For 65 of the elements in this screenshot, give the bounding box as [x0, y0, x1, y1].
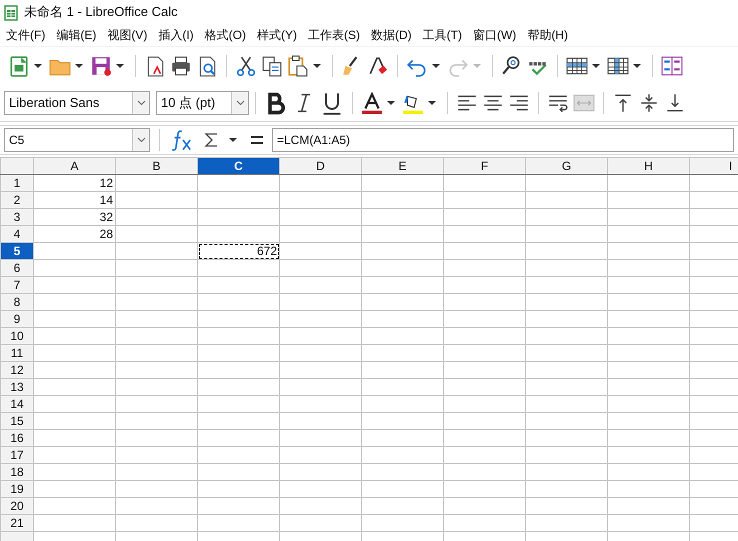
cut-icon — [235, 54, 257, 76]
column-header[interactable]: C — [198, 158, 280, 174]
row-header[interactable]: 20 — [0, 498, 34, 514]
column-header[interactable]: E — [362, 158, 444, 174]
font-color-button[interactable] — [359, 90, 385, 116]
font-color-icon — [361, 92, 383, 114]
font-name-field[interactable]: Liberation Sans — [4, 90, 150, 114]
column-header[interactable]: A — [34, 158, 116, 174]
font-size-field[interactable]: 10 点 (pt) — [156, 90, 249, 114]
sort-icon — [661, 54, 683, 76]
table-cell: 28 — [34, 226, 116, 242]
menu-item[interactable]: 窗口(W) — [468, 24, 520, 46]
menu-item[interactable]: 工具(T) — [418, 24, 466, 46]
row-header[interactable]: 21 — [0, 514, 34, 532]
menu-item[interactable]: 样式(Y) — [252, 24, 301, 46]
column-header[interactable]: B — [116, 158, 198, 174]
menu-item[interactable]: 编辑(E) — [52, 24, 100, 46]
row-header[interactable]: 11 — [0, 344, 34, 362]
dropdown-arrow-icon[interactable] — [227, 135, 239, 145]
row-header[interactable]: 19 — [0, 480, 34, 498]
copy-icon — [261, 54, 283, 76]
row-header[interactable]: 5 — [0, 242, 34, 260]
menu-item[interactable]: 插入(I) — [154, 24, 198, 46]
name-box-field[interactable]: C5 — [4, 128, 150, 152]
row-header[interactable]: 8 — [0, 294, 34, 310]
row-header[interactable]: 15 — [0, 412, 34, 430]
column-header[interactable]: I — [690, 158, 738, 174]
chevron-down-icon[interactable] — [236, 100, 244, 106]
clear-formatting-icon — [367, 54, 389, 76]
table-cell: 672 — [198, 242, 280, 260]
menu-item[interactable]: 帮助(H) — [523, 24, 572, 46]
column-header[interactable]: G — [526, 158, 608, 174]
menu-item[interactable]: 格式(O) — [200, 24, 250, 46]
row-header[interactable]: 14 — [0, 396, 34, 412]
row-header[interactable]: 13 — [0, 378, 34, 396]
row-header[interactable]: 9 — [0, 310, 34, 328]
menu-item[interactable]: 视图(V) — [103, 24, 152, 46]
paste-icon — [287, 54, 309, 76]
row-header[interactable]: 1 — [0, 174, 34, 192]
table-cell: 32 — [34, 208, 116, 226]
menu-item[interactable]: 工作表(S) — [304, 24, 364, 46]
save-icon — [90, 54, 112, 76]
row-header[interactable]: 6 — [0, 260, 34, 276]
formula-input-field[interactable]: =LCM(A1:A5) — [272, 128, 734, 152]
column-header[interactable]: F — [444, 158, 526, 174]
row-header[interactable]: 12 — [0, 362, 34, 378]
new-spreadsheet-icon — [8, 54, 30, 76]
row-header[interactable]: 7 — [0, 276, 34, 294]
row-header[interactable]: 10 — [0, 328, 34, 344]
menu-item[interactable]: 数据(D) — [366, 24, 416, 46]
column-header[interactable]: D — [280, 158, 362, 174]
row-header[interactable]: 2 — [0, 192, 34, 208]
column-header[interactable]: H — [608, 158, 690, 174]
row-header[interactable]: 18 — [0, 464, 34, 480]
row-header[interactable]: 16 — [0, 430, 34, 446]
row-header[interactable]: 17 — [0, 446, 34, 464]
chevron-down-icon[interactable] — [136, 100, 146, 106]
window-title: 未命名 1 - LibreOffice Calc — [24, 3, 178, 22]
chevron-down-icon[interactable] — [136, 137, 146, 143]
row-header[interactable]: 4 — [0, 226, 34, 242]
table-cell: 12 — [34, 174, 116, 192]
menu-item[interactable]: 文件(F) — [2, 24, 50, 46]
print-icon — [170, 54, 192, 76]
row-header[interactable]: 3 — [0, 208, 34, 226]
table-cell: 14 — [34, 192, 116, 208]
